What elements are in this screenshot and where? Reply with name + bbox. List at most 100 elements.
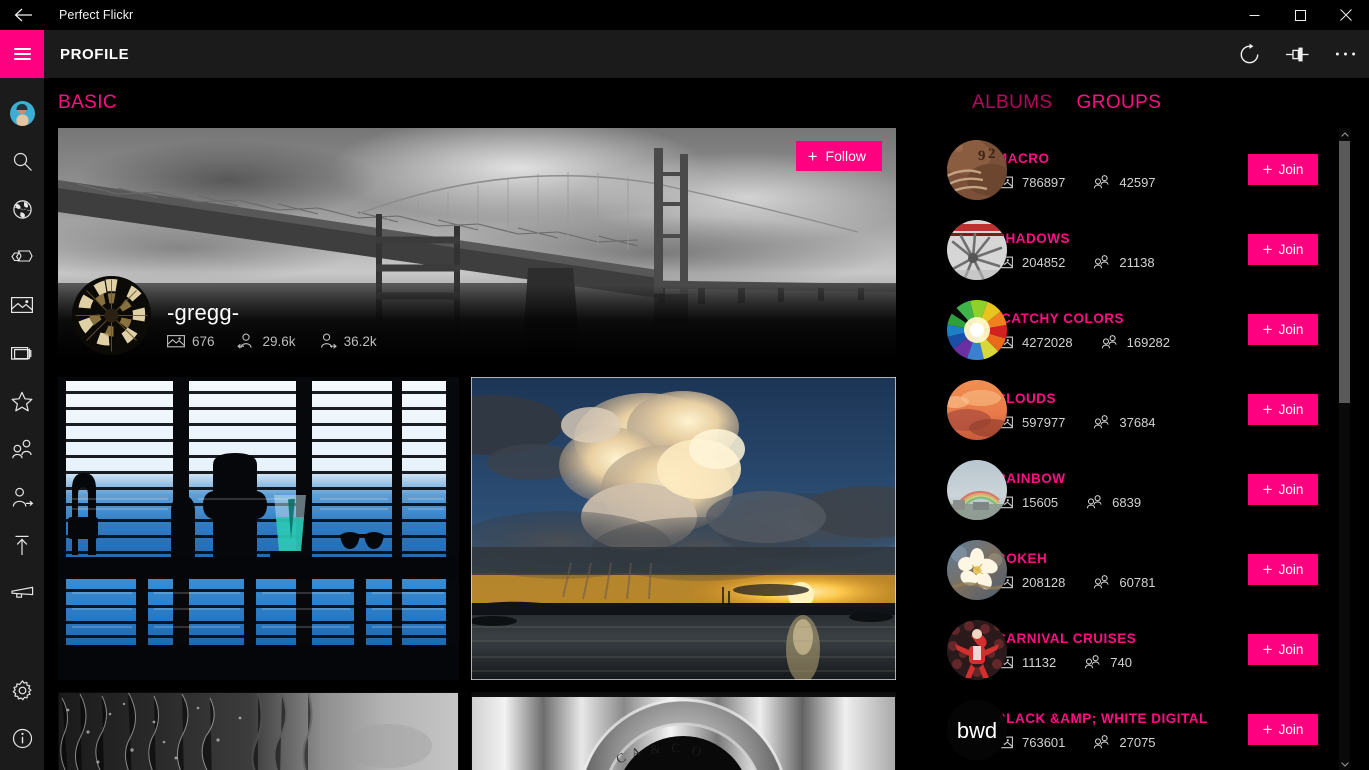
- sidebar-item-settings[interactable]: [0, 666, 44, 714]
- group-member-count: 740: [1084, 655, 1132, 670]
- list-item[interactable]: CLOUDS 597977 37684 + Join: [910, 370, 1355, 450]
- maximize-button[interactable]: [1277, 0, 1323, 30]
- back-arrow-icon: [14, 8, 33, 22]
- group-member-count: 42597: [1093, 174, 1156, 190]
- groups-scrollbar[interactable]: [1339, 128, 1350, 770]
- sidebar-item-tags[interactable]: [0, 233, 44, 281]
- group-photo-value: 786897: [1022, 174, 1066, 190]
- close-icon: [1340, 9, 1352, 21]
- list-item[interactable]: BOKEH 208128 60781 + Join: [910, 530, 1355, 610]
- sidebar-item-groups[interactable]: [0, 425, 44, 473]
- rail-items: [0, 78, 44, 617]
- group-member-count: 60781: [1093, 575, 1156, 590]
- list-item[interactable]: !CATCHY COLORS 4272028 169282 + Join: [910, 290, 1355, 370]
- plus-icon: +: [1262, 560, 1273, 579]
- group-photo-count: 204852: [996, 255, 1065, 270]
- more-ellipsis-icon: [1335, 51, 1356, 57]
- tab-albums[interactable]: ALBUMS: [972, 92, 1053, 114]
- sidebar-item-profile[interactable]: [0, 89, 44, 137]
- group-member-value: 27075: [1119, 734, 1156, 750]
- follow-button-label: Follow: [825, 148, 866, 164]
- join-button[interactable]: + Join: [1248, 234, 1318, 265]
- member-icon: [1093, 175, 1110, 189]
- storm-cloud-sunset-photo[interactable]: [471, 377, 896, 680]
- sidebar-item-albums[interactable]: [0, 329, 44, 377]
- join-button[interactable]: + Join: [1248, 394, 1318, 425]
- list-item[interactable]: RAINBOW 15605 6839 + Join: [910, 450, 1355, 530]
- pin-button[interactable]: [1273, 30, 1321, 78]
- join-button[interactable]: + Join: [1248, 154, 1318, 185]
- group-photo-value: 15605: [1022, 494, 1059, 510]
- group-member-value: 42597: [1119, 174, 1156, 190]
- chevron-down-icon[interactable]: [1339, 758, 1350, 770]
- join-button[interactable]: + Join: [1248, 314, 1318, 345]
- list-item[interactable]: bwd BLACK &AMP; WHITE DIGITAL 763601 270…: [910, 690, 1355, 770]
- group-photo-value: 763601: [1022, 734, 1066, 750]
- group-member-value: 21138: [1119, 254, 1155, 270]
- tab-groups[interactable]: GROUPS: [1077, 92, 1162, 114]
- megaphone-icon: [10, 586, 34, 600]
- gear-icon: [12, 679, 33, 701]
- avatar[interactable]: [72, 276, 151, 355]
- back-button[interactable]: [0, 0, 46, 30]
- navigation-rail: [0, 30, 44, 770]
- list-item[interactable]: CARNIVAL CRUISES 11132 740 + Join: [910, 610, 1355, 690]
- sidebar-item-upload[interactable]: [0, 521, 44, 569]
- group-member-value: 740: [1110, 654, 1132, 670]
- svg-text:9: 9: [978, 148, 986, 164]
- clouds-orange-thumb: [947, 380, 1007, 440]
- stat-followers: 29.6k: [236, 333, 296, 349]
- more-options-button[interactable]: [1321, 30, 1369, 78]
- sidebar-item-contacts[interactable]: [0, 473, 44, 521]
- group-member-count: 169282: [1101, 335, 1170, 350]
- catchy-colors-burst-thumb: [947, 300, 1007, 360]
- sidebar-item-favorites[interactable]: [0, 377, 44, 425]
- carnival-cruises-thumb: [947, 620, 1007, 680]
- plus-icon: +: [1262, 400, 1273, 419]
- group-photo-count: 786897: [996, 175, 1065, 190]
- member-icon: [1101, 335, 1118, 349]
- window-title: Perfect Flickr: [59, 8, 134, 22]
- photo-grid: C A & C O: [58, 377, 896, 770]
- svg-text:C: C: [671, 740, 680, 755]
- sidebar-item-photos[interactable]: [0, 281, 44, 329]
- minimize-button[interactable]: [1231, 0, 1277, 30]
- group-photo-value: 204852: [1022, 254, 1066, 270]
- bark-texture-bw-photo[interactable]: [58, 692, 459, 770]
- close-button[interactable]: [1323, 0, 1369, 30]
- sidebar-item-feed[interactable]: [0, 569, 44, 617]
- join-button-label: Join: [1278, 242, 1304, 257]
- join-button[interactable]: + Join: [1248, 474, 1318, 505]
- group-member-count: 21138: [1093, 254, 1155, 270]
- stat-photos-value: 676: [192, 333, 215, 349]
- plus-icon: +: [807, 146, 818, 166]
- tab-basic[interactable]: BASIC: [58, 92, 117, 114]
- following-icon: [318, 333, 337, 349]
- join-button-label: Join: [1278, 322, 1304, 337]
- join-button[interactable]: + Join: [1248, 554, 1318, 585]
- list-item[interactable]: SHADOWS 204852 21138 + Join: [910, 210, 1355, 290]
- stat-photos: 676: [167, 334, 215, 349]
- list-item[interactable]: 92 MACRO 786897 42597 + Join: [910, 130, 1355, 210]
- sidebar-item-search[interactable]: [0, 137, 44, 185]
- info-circle-icon: [12, 728, 33, 749]
- albums-stack-icon: [11, 345, 33, 362]
- follow-button[interactable]: + Follow: [795, 141, 882, 171]
- profile-cover-card: + Follow -gregg- 676 29.6k 36.2k: [58, 128, 896, 361]
- scrollbar-thumb[interactable]: [1339, 141, 1350, 403]
- join-button-label: Join: [1278, 642, 1304, 657]
- photo-icon: [167, 334, 185, 348]
- refresh-button[interactable]: [1225, 30, 1273, 78]
- join-button-label: Join: [1278, 402, 1304, 417]
- sidebar-item-explore[interactable]: [0, 185, 44, 233]
- profile-meta: -gregg- 676 29.6k 36.2k: [167, 300, 377, 355]
- window-blinds-ocean-photo[interactable]: [58, 377, 459, 680]
- sidebar-item-about[interactable]: [0, 714, 44, 762]
- join-button[interactable]: + Join: [1248, 714, 1318, 745]
- photo-row: [58, 377, 896, 680]
- chevron-up-icon[interactable]: [1339, 128, 1350, 140]
- join-button[interactable]: + Join: [1248, 634, 1318, 665]
- hamburger-menu-button[interactable]: [0, 30, 44, 78]
- group-photo-count: 597977: [996, 415, 1065, 430]
- metal-ring-macro-bw-photo[interactable]: C A & C O: [471, 692, 896, 770]
